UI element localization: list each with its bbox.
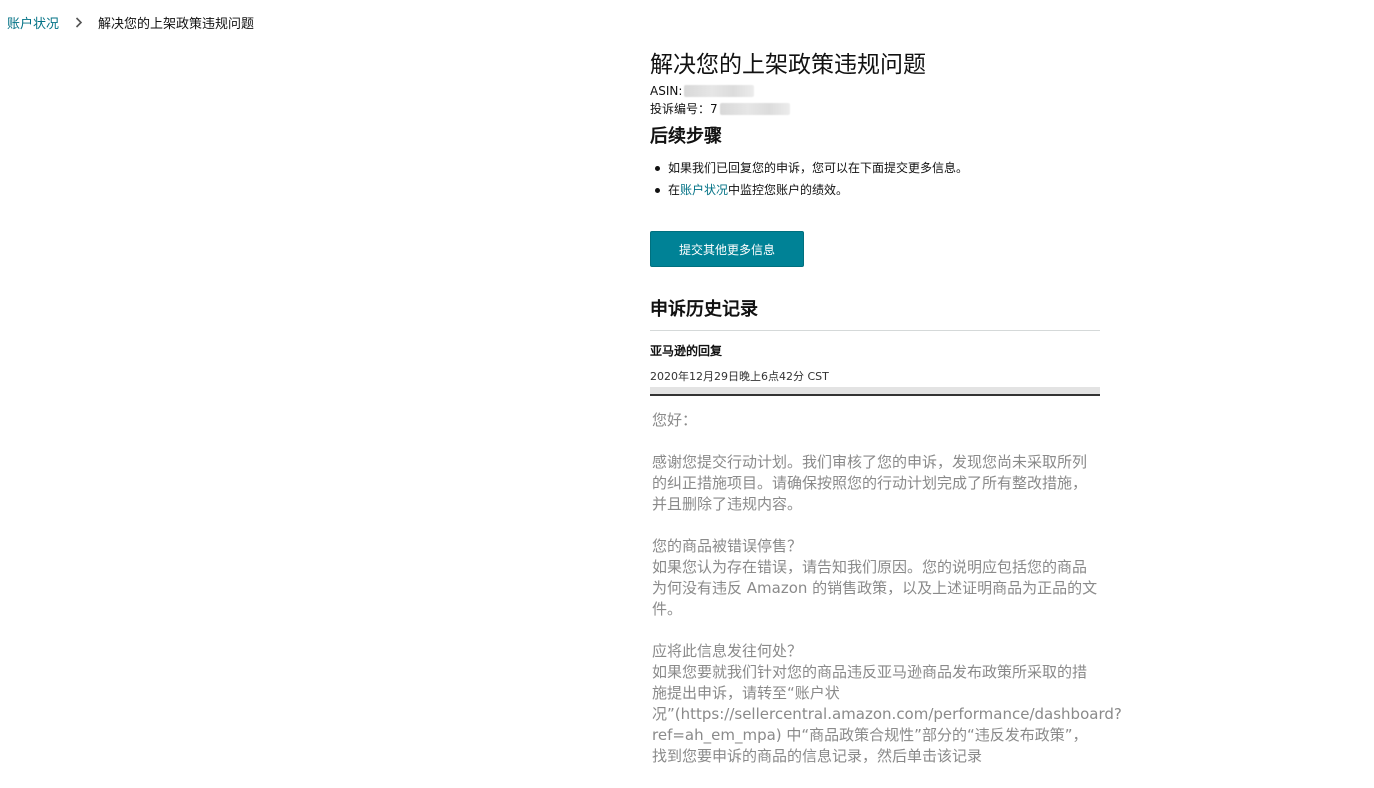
main-content: 解决您的上架政策违规问题 ASIN: 投诉编号：7 后续步骤 如果我们已回复您的… bbox=[650, 48, 1122, 788]
complaint-id-label: 投诉编号：7 bbox=[650, 102, 718, 116]
breadcrumb-current: 解决您的上架政策违规问题 bbox=[98, 17, 255, 32]
reply-sender: 亚马逊的回复 bbox=[650, 344, 723, 358]
breadcrumb: 账户状况 解决您的上架政策违规问题 bbox=[7, 13, 254, 32]
next-step-item: 如果我们已回复您的申诉，您可以在下面提交更多信息。 bbox=[650, 157, 1100, 179]
next-step-text: 如果我们已回复您的申诉，您可以在下面提交更多信息。 bbox=[668, 161, 969, 175]
reply-answer: 如果您认为存在错误，请告知我们原因。您的说明应包括您的商品为何没有违反 Amaz… bbox=[652, 558, 1098, 618]
next-step-item: 在账户状况中监控您账户的绩效。 bbox=[650, 179, 1100, 201]
reply-faq-block: 应将此信息发往何处？ 如果您要就我们针对您的商品违反亚马逊商品发布政策所采取的措施… bbox=[652, 641, 1122, 767]
next-step-text: 在 bbox=[668, 183, 681, 197]
asin-label: ASIN: bbox=[650, 84, 683, 98]
reply-message-body: 您好： 感谢您提交行动计划。我们审核了您的申诉，发现您尚未采取所列的纠正措施项目… bbox=[650, 410, 1122, 767]
chevron-right-icon bbox=[74, 17, 84, 29]
reply-message-bar bbox=[650, 387, 1100, 396]
asin-value-redacted bbox=[684, 85, 755, 97]
reply-question: 应将此信息发往何处？ bbox=[652, 642, 803, 660]
reply-timestamp: 2020年12月29日晚上6点42分 CST bbox=[650, 370, 829, 383]
complaint-id-row: 投诉编号：7 bbox=[650, 100, 1100, 118]
account-health-link[interactable]: 账户状况 bbox=[680, 183, 728, 197]
reply-faq-block: 您的商品被错误停售？ 如果您认为存在错误，请告知我们原因。您的说明应包括您的商品为… bbox=[652, 536, 1100, 620]
divider bbox=[650, 330, 1100, 331]
reply-paragraph: 感谢您提交行动计划。我们审核了您的申诉，发现您尚未采取所列的纠正措施项目。请确保… bbox=[652, 453, 1088, 513]
reply-question: 您的商品被错误停售？ bbox=[652, 537, 803, 555]
next-steps-list: 如果我们已回复您的申诉，您可以在下面提交更多信息。 在账户状况中监控您账户的绩效… bbox=[650, 157, 1100, 201]
breadcrumb-account-health-link[interactable]: 账户状况 bbox=[7, 13, 59, 32]
next-steps-heading: 后续步骤 bbox=[650, 126, 722, 147]
page-title: 解决您的上架政策违规问题 bbox=[650, 52, 926, 78]
appeal-history-heading: 申诉历史记录 bbox=[650, 299, 758, 320]
submit-more-info-button[interactable]: 提交其他更多信息 bbox=[650, 231, 804, 267]
next-step-text: 中监控您账户的绩效。 bbox=[728, 183, 849, 197]
asin-row: ASIN: bbox=[650, 82, 1100, 100]
reply-greeting: 您好： bbox=[652, 411, 698, 429]
complaint-id-redacted bbox=[719, 103, 790, 115]
reply-answer: 如果您要就我们针对您的商品违反亚马逊商品发布政策所采取的措施提出申诉，请转至“账… bbox=[652, 663, 1122, 765]
